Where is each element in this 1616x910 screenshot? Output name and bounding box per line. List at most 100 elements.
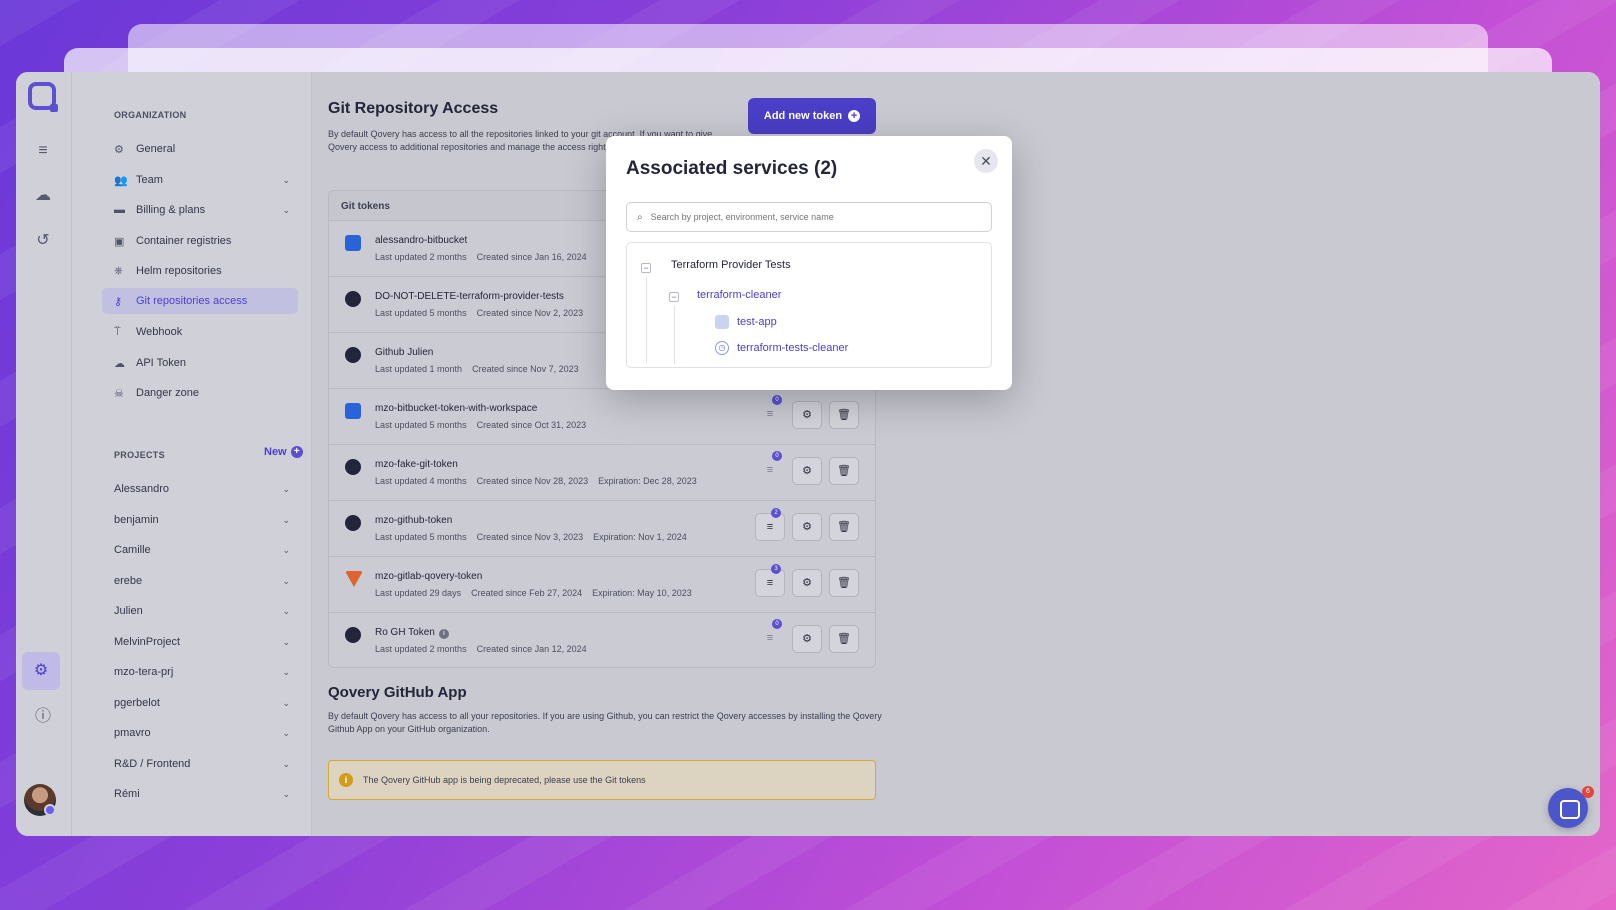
layers-icon[interactable]: ≡ [30,138,56,164]
helm-icon: ⎈ [114,264,123,277]
sidebar-item-label: Helm repositories [136,265,222,277]
project-item[interactable]: pgerbelot ⌄ [102,690,298,716]
token-updated: Last updated 2 months [375,252,467,262]
delete-token-button[interactable]: 🗑 [829,513,859,541]
tree-service-item[interactable]: ◷ terraform-tests-cleaner [715,341,848,355]
sidebar-item-container-registries[interactable]: ▣ Container registries [102,228,298,254]
edit-token-button[interactable]: ⚙ [792,625,822,653]
token-name: mzo-gitlab-qovery-token [375,571,483,582]
collapse-environment-button[interactable]: − [669,292,679,302]
service-link[interactable]: terraform-tests-cleaner [737,342,848,354]
sidebar-item-webhook[interactable]: ⍡ Webhook [102,319,298,345]
token-row: mzo-fake-git-token Last updated 4 months… [329,445,875,501]
sidebar-item-label: General [136,143,176,155]
project-label: pmavro [114,727,151,739]
history-icon[interactable]: ↺ [30,228,56,254]
new-project-button[interactable]: New + [264,446,303,458]
services-tree: − Terraform Provider Tests − terraform-c… [626,242,992,368]
project-item[interactable]: mzo-tera-prj ⌄ [102,659,298,685]
edit-token-button[interactable]: ⚙ [792,513,822,541]
project-label: pgerbelot [114,697,160,709]
gitlab-icon [345,571,363,587]
close-icon[interactable]: ✕ [974,149,998,173]
associated-services-button[interactable]: ≡ 2 [755,508,785,541]
projects-section-label: PROJECTS [114,450,165,460]
services-count-badge: 2 [771,508,781,518]
settings-sidebar: ORGANIZATION ⚙ General 👥 Team ⌄ ▬ Billing & … [72,72,312,836]
project-item[interactable]: MelvinProject ⌄ [102,629,298,655]
sidebar-item-api-token[interactable]: ☁ API Token [102,350,298,376]
project-item[interactable]: Julien ⌄ [102,598,298,624]
project-item[interactable]: Rémi ⌄ [102,781,298,807]
sidebar-item-general[interactable]: ⚙ General [102,136,298,162]
warning-text: The Qovery GitHub app is being deprecate… [363,775,646,785]
project-item[interactable]: Alessandro ⌄ [102,476,298,502]
associated-services-button[interactable]: ≡ 0 [755,451,785,485]
chevron-down-icon: ⌄ [282,605,290,616]
cloud-icon[interactable]: ☁ [30,183,56,209]
token-created: Created since Nov 28, 2023 [476,476,589,486]
sidebar-item-team[interactable]: 👥 Team ⌄ [102,167,298,193]
tree-line [674,306,675,364]
sidebar-item-danger-zone[interactable]: ☠ Danger zone [102,380,298,406]
search-input[interactable] [650,212,971,222]
project-label: R&D / Frontend [114,758,191,770]
chat-notification-badge: 6 [1582,786,1594,798]
token-expiration: Expiration: Dec 28, 2023 [598,476,697,486]
associated-services-button[interactable]: ≡ 0 [755,619,785,653]
sidebar-item-git-repositories-access[interactable]: ⚷ Git repositories access [102,288,298,314]
token-meta: Last updated 2 months Created since Jan 1… [375,644,597,654]
project-item[interactable]: erebe ⌄ [102,568,298,594]
token-expiration: Expiration: Nov 1, 2024 [593,532,687,542]
gear-icon: ⚙ [802,633,812,645]
associated-services-button[interactable]: ≡ 3 [755,564,785,597]
token-created: Created since Oct 31, 2023 [476,420,587,430]
plus-icon: + [290,446,303,458]
collapse-project-button[interactable]: − [641,263,651,273]
token-created: Created since Jan 16, 2024 [476,252,587,262]
chevron-down-icon: ⌄ [282,575,290,586]
project-item[interactable]: Camille ⌄ [102,537,298,563]
github-icon [345,347,361,363]
tree-environment-link[interactable]: terraform-cleaner [697,289,781,301]
info-icon[interactable]: i [438,629,449,639]
application-icon [715,315,729,329]
token-row: Ro GH Token i Last updated 2 months Create… [329,613,875,667]
associated-services-button[interactable]: ≡ 0 [755,395,785,429]
delete-token-button[interactable]: 🗑 [829,457,859,485]
token-created: Created since Nov 7, 2023 [472,364,579,374]
token-meta: Last updated 2 months Created since Jan 1… [375,252,597,262]
info-icon[interactable]: ⓘ [30,704,56,730]
chevron-down-icon: ⌄ [282,483,290,494]
webhook-icon: ⍡ [114,325,121,338]
delete-token-button[interactable]: 🗑 [829,569,859,597]
edit-token-button[interactable]: ⚙ [792,457,822,485]
sidebar-item-label: API Token [136,357,186,369]
container-icon: ▣ [114,235,125,248]
search-field[interactable]: ⌕ [626,202,992,232]
cloud-key-icon: ☁ [114,357,125,370]
project-item[interactable]: pmavro ⌄ [102,720,298,746]
add-new-token-button[interactable]: Add new token + [748,98,876,134]
chevron-down-icon: ⌄ [282,758,290,769]
token-updated: Last updated 4 months [375,476,467,486]
settings-gear-icon[interactable]: ⚙ [22,652,60,690]
qovery-logo-icon[interactable] [28,82,58,112]
token-row: mzo-github-token Last updated 5 months Cr… [329,501,875,557]
gear-icon: ⚙ [114,143,124,156]
avatar-badge [44,804,56,816]
edit-token-button[interactable]: ⚙ [792,401,822,429]
edit-token-button[interactable]: ⚙ [792,569,822,597]
project-item[interactable]: R&D / Frontend ⌄ [102,751,298,777]
github-icon [345,627,361,643]
tree-service-item[interactable]: test-app [715,315,777,329]
sidebar-item-billing[interactable]: ▬ Billing & plans ⌄ [102,197,298,223]
token-meta: Last updated 29 days Created since Feb 27… [375,588,702,598]
delete-token-button[interactable]: 🗑 [829,625,859,653]
sidebar-item-helm-repositories[interactable]: ⎈ Helm repositories [102,258,298,284]
project-item[interactable]: benjamin ⌄ [102,507,298,533]
service-link[interactable]: test-app [737,316,777,328]
delete-token-button[interactable]: 🗑 [829,401,859,429]
token-meta: Last updated 5 months Created since Nov 3… [375,532,697,542]
card-icon: ▬ [114,204,125,216]
